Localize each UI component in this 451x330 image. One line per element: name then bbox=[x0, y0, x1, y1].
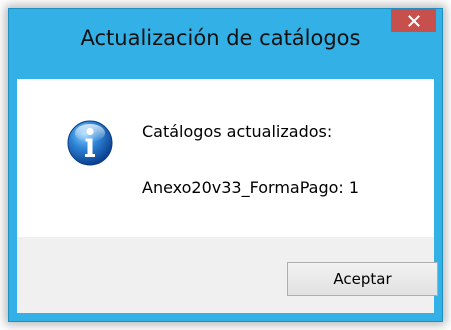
dialog-window: Actualización de catálogos Catálogos act… bbox=[8, 8, 443, 322]
message-line-1: Catálogos actualizados: bbox=[142, 122, 333, 141]
ok-button[interactable]: Aceptar bbox=[287, 262, 438, 296]
info-icon bbox=[67, 120, 113, 166]
dialog-body: Catálogos actualizados: Anexo20v33_Forma… bbox=[17, 79, 438, 313]
dialog-title: Actualización de catálogos bbox=[80, 26, 361, 50]
message-line-2: Anexo20v33_FormaPago: 1 bbox=[142, 178, 360, 197]
title-bar[interactable]: Actualización de catálogos bbox=[9, 9, 442, 79]
close-button[interactable] bbox=[391, 9, 436, 32]
close-icon bbox=[407, 14, 420, 27]
message-area: Catálogos actualizados: Anexo20v33_Forma… bbox=[17, 79, 434, 237]
ok-button-label: Aceptar bbox=[333, 270, 392, 288]
